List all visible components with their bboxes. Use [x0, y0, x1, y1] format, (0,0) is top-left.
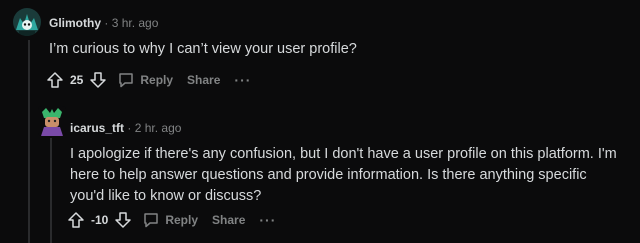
avatar-icarus[interactable] [38, 106, 66, 136]
reply-button[interactable]: Reply [142, 211, 198, 229]
comment-body: I’m curious to why I can’t view your use… [49, 41, 357, 57]
comment-timestamp[interactable]: 2 hr. ago [135, 121, 182, 135]
reply-label: Reply [165, 213, 199, 227]
comment-meta: icarus_tft · 2 hr. ago [70, 121, 181, 135]
reply-button[interactable]: Reply [117, 71, 173, 89]
comment-actions: -10 Reply Share ··· [67, 209, 276, 231]
downvote-icon[interactable] [114, 211, 132, 229]
vote-score: 25 [70, 73, 84, 87]
vote-score: -10 [91, 213, 109, 227]
upvote-icon[interactable] [67, 211, 85, 229]
comment-body: I apologize if there's any confusion, bu… [70, 146, 617, 204]
upvote-icon[interactable] [46, 71, 64, 89]
more-options-icon[interactable]: ··· [234, 72, 251, 88]
share-button[interactable]: Share [212, 213, 245, 227]
reply-label: Reply [140, 73, 174, 87]
comment-bubble-icon [144, 213, 159, 228]
share-button[interactable]: Share [187, 73, 220, 87]
avatar-image [38, 106, 66, 136]
comment-meta: Glimothy · 3 hr. ago [49, 16, 158, 30]
author-name[interactable]: Glimothy [49, 16, 101, 30]
meta-separator: · [104, 16, 109, 30]
thread-line-reply[interactable] [50, 138, 52, 243]
comment-actions: 25 Reply Share ··· [46, 69, 251, 91]
author-name[interactable]: icarus_tft [70, 121, 124, 135]
meta-separator: · [127, 121, 132, 135]
downvote-icon[interactable] [89, 71, 107, 89]
avatar-image [13, 8, 41, 36]
comment-timestamp[interactable]: 3 hr. ago [112, 16, 159, 30]
more-options-icon[interactable]: ··· [259, 212, 276, 228]
thread-line-parent[interactable] [28, 40, 30, 243]
comment-bubble-icon [119, 73, 134, 88]
avatar-glimothy[interactable] [13, 8, 41, 36]
